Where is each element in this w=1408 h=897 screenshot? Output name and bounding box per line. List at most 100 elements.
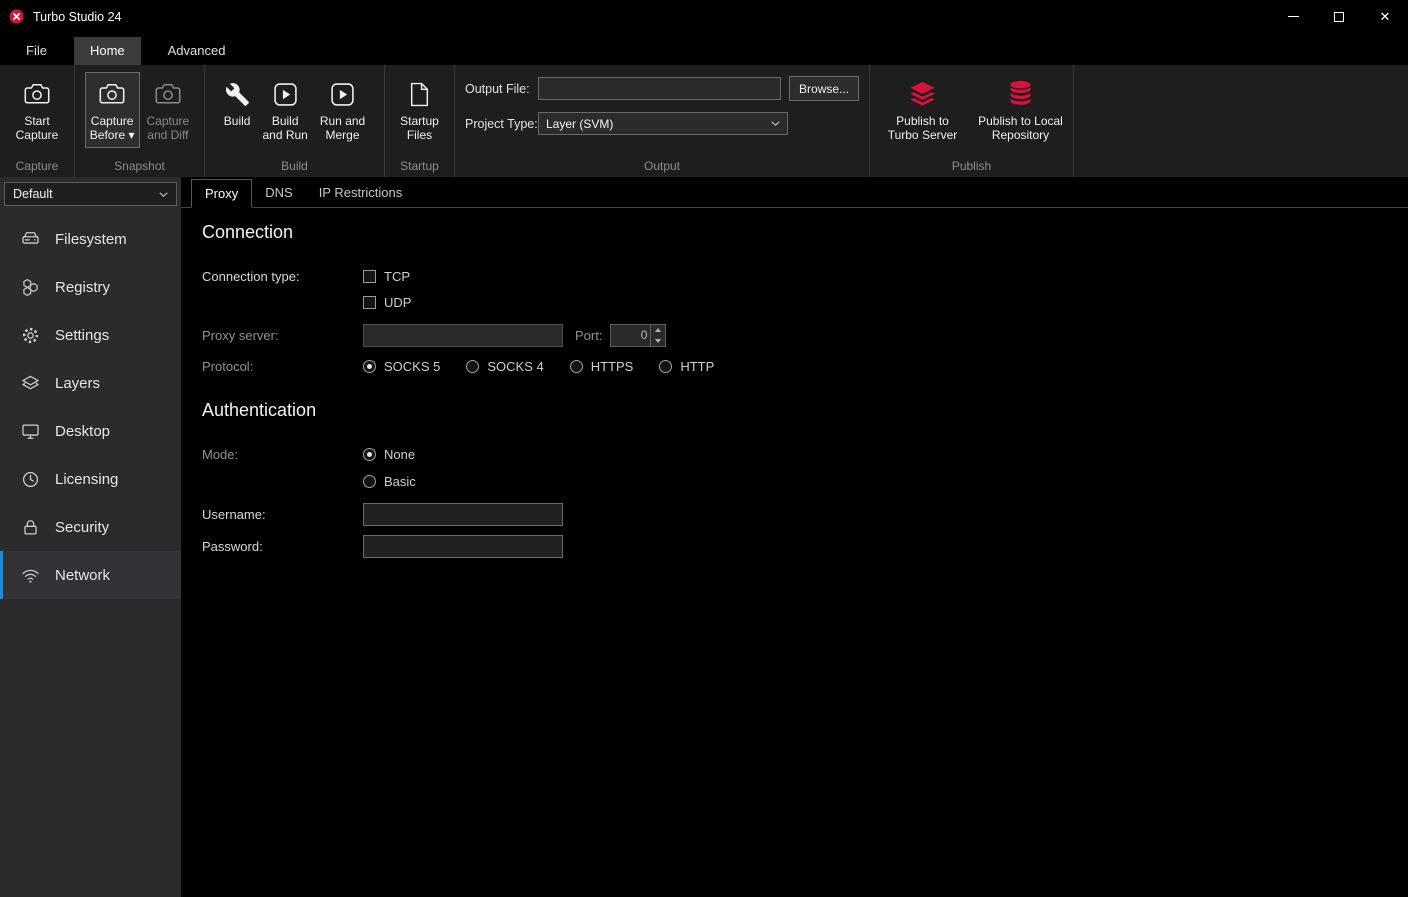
tab-dns[interactable]: DNS bbox=[252, 179, 305, 208]
project-type-value: Layer (SVM) bbox=[546, 116, 614, 131]
sidebar-item-label: Layers bbox=[55, 374, 101, 392]
mode-radio-basic[interactable] bbox=[363, 475, 376, 488]
port-decrement-button[interactable] bbox=[651, 336, 665, 347]
profile-select[interactable]: Default bbox=[4, 182, 177, 206]
menu-tab-advanced[interactable]: Advanced bbox=[152, 37, 242, 65]
run-and-merge-label: Run and Merge bbox=[319, 114, 366, 143]
protocol-radio-http[interactable] bbox=[659, 360, 673, 373]
proxy-form: Connection Connection type: TCP UDP Prox… bbox=[181, 208, 1408, 558]
play-icon bbox=[273, 78, 298, 110]
titlebar: Turbo Studio 24 bbox=[0, 0, 1408, 33]
tcp-checkbox[interactable] bbox=[363, 270, 376, 283]
ribbon-group-capture: Start Capture Capture bbox=[0, 65, 75, 177]
output-file-label: Output File: bbox=[465, 81, 530, 96]
username-input[interactable] bbox=[363, 503, 563, 526]
project-type-label: Project Type: bbox=[465, 116, 538, 131]
server-stack-icon bbox=[908, 78, 937, 110]
protocol-radio-http-label: HTTP bbox=[680, 359, 715, 374]
menu-bar: File Home Advanced bbox=[0, 33, 1408, 65]
ribbon-group-publish: Publish to Turbo Server Publish to Local… bbox=[870, 65, 1074, 177]
sidebar-item-label: Filesystem bbox=[55, 230, 127, 248]
publish-to-local-repository-label: Publish to Local Repository bbox=[978, 114, 1063, 143]
protocol-radio-socks5[interactable] bbox=[363, 360, 376, 373]
username-label: Username: bbox=[202, 507, 266, 522]
sidebar-item-network[interactable]: Network bbox=[0, 551, 181, 599]
ribbon-group-output: Output File: Browse... Project Type: Lay… bbox=[455, 65, 870, 177]
group-label-output: Output bbox=[643, 159, 681, 173]
capture-and-diff-button[interactable]: Capture and Diff bbox=[142, 72, 195, 148]
maximize-button[interactable] bbox=[1316, 0, 1362, 33]
sidebar-item-label: Registry bbox=[55, 278, 111, 296]
minimize-button[interactable] bbox=[1270, 0, 1316, 33]
build-button[interactable]: Build bbox=[219, 72, 256, 134]
app-logo-icon bbox=[9, 9, 24, 24]
project-type-select[interactable]: Layer (SVM) bbox=[538, 112, 788, 135]
protocol-radio-https[interactable] bbox=[569, 360, 583, 373]
sidebar-item-label: Settings bbox=[55, 326, 110, 344]
sidebar-item-security[interactable]: Security bbox=[0, 503, 181, 551]
chevron-down-icon bbox=[771, 121, 780, 126]
camera-icon bbox=[24, 78, 50, 110]
tab-proxy[interactable]: Proxy bbox=[191, 179, 253, 208]
protocol-radio-socks4[interactable] bbox=[466, 360, 480, 373]
browse-button[interactable]: Browse... bbox=[789, 76, 859, 101]
sidebar-item-settings[interactable]: Settings bbox=[0, 311, 181, 359]
mode-radio-basic-label: Basic bbox=[384, 474, 416, 489]
menu-tab-home[interactable]: Home bbox=[73, 37, 141, 65]
sidebar-item-layers[interactable]: Layers bbox=[0, 359, 181, 407]
udp-checkbox-label: UDP bbox=[384, 295, 412, 310]
content-tabstrip: Proxy DNS IP Restrictions bbox=[181, 177, 1408, 208]
ribbon-group-snapshot: Capture Before ▾ Capture and Diff Snapsh… bbox=[75, 65, 205, 177]
protocol-radio-socks4-label: SOCKS 4 bbox=[487, 359, 544, 374]
password-label: Password: bbox=[202, 539, 263, 554]
app-window: Turbo Studio 24 File Home Advanced Start… bbox=[0, 0, 1408, 897]
group-label-build: Build bbox=[281, 159, 308, 173]
monitor-icon bbox=[21, 422, 40, 441]
port-value[interactable]: 0 bbox=[611, 325, 650, 346]
protocol-radio-socks5-label: SOCKS 5 bbox=[384, 359, 441, 374]
password-input[interactable] bbox=[363, 535, 563, 558]
chevron-down-icon bbox=[159, 191, 168, 197]
close-button[interactable] bbox=[1362, 0, 1408, 33]
sidebar-item-registry[interactable]: Registry bbox=[0, 263, 181, 311]
group-label-capture: Capture bbox=[15, 159, 59, 173]
group-label-snapshot: Snapshot bbox=[114, 159, 165, 173]
publish-to-turbo-server-button[interactable]: Publish to Turbo Server bbox=[875, 72, 971, 148]
connection-type-label: Connection type: bbox=[202, 269, 300, 284]
start-capture-label: Start Capture bbox=[15, 114, 59, 143]
tab-ip-restrictions[interactable]: IP Restrictions bbox=[306, 179, 416, 208]
capture-before-label: Capture Before ▾ bbox=[89, 114, 135, 143]
connection-heading: Connection bbox=[202, 222, 294, 242]
build-and-run-button[interactable]: Build and Run bbox=[257, 72, 312, 148]
sidebar-items: Filesystem Registry Settings Layers Desk… bbox=[0, 215, 181, 599]
sidebar-item-desktop[interactable]: Desktop bbox=[0, 407, 181, 455]
tcp-checkbox-label: TCP bbox=[384, 269, 410, 284]
window-title: Turbo Studio 24 bbox=[33, 9, 122, 24]
port-increment-button[interactable] bbox=[651, 325, 665, 336]
sidebar-item-licensing[interactable]: Licensing bbox=[0, 455, 181, 503]
run-and-merge-button[interactable]: Run and Merge bbox=[315, 72, 370, 148]
proxy-server-label: Proxy server: bbox=[202, 328, 279, 343]
capture-before-button[interactable]: Capture Before ▾ bbox=[84, 72, 140, 149]
sidebar: Default Filesystem Registry Settings Lay… bbox=[0, 177, 181, 897]
proxy-server-input[interactable] bbox=[363, 324, 563, 347]
mode-radio-none[interactable] bbox=[363, 448, 376, 461]
udp-checkbox[interactable] bbox=[363, 296, 376, 309]
sidebar-item-label: Security bbox=[55, 518, 110, 536]
publish-to-local-repository-button[interactable]: Publish to Local Repository bbox=[973, 72, 1069, 148]
sidebar-item-filesystem[interactable]: Filesystem bbox=[0, 215, 181, 263]
startup-files-button[interactable]: Startup Files bbox=[395, 72, 444, 148]
port-spinner[interactable]: 0 bbox=[610, 324, 667, 347]
profile-select-value: Default bbox=[13, 187, 53, 201]
camera-icon bbox=[99, 78, 125, 110]
document-icon bbox=[409, 78, 430, 110]
protocol-label: Protocol: bbox=[202, 359, 254, 374]
menu-tab-file[interactable]: File bbox=[10, 37, 63, 65]
minimize-icon bbox=[1287, 16, 1299, 17]
output-file-input[interactable] bbox=[538, 77, 782, 100]
harddrive-icon bbox=[21, 230, 40, 249]
layers-icon bbox=[21, 374, 40, 393]
group-label-publish: Publish bbox=[951, 159, 992, 173]
protocol-radio-https-label: HTTPS bbox=[590, 359, 634, 374]
start-capture-button[interactable]: Start Capture bbox=[11, 72, 64, 148]
